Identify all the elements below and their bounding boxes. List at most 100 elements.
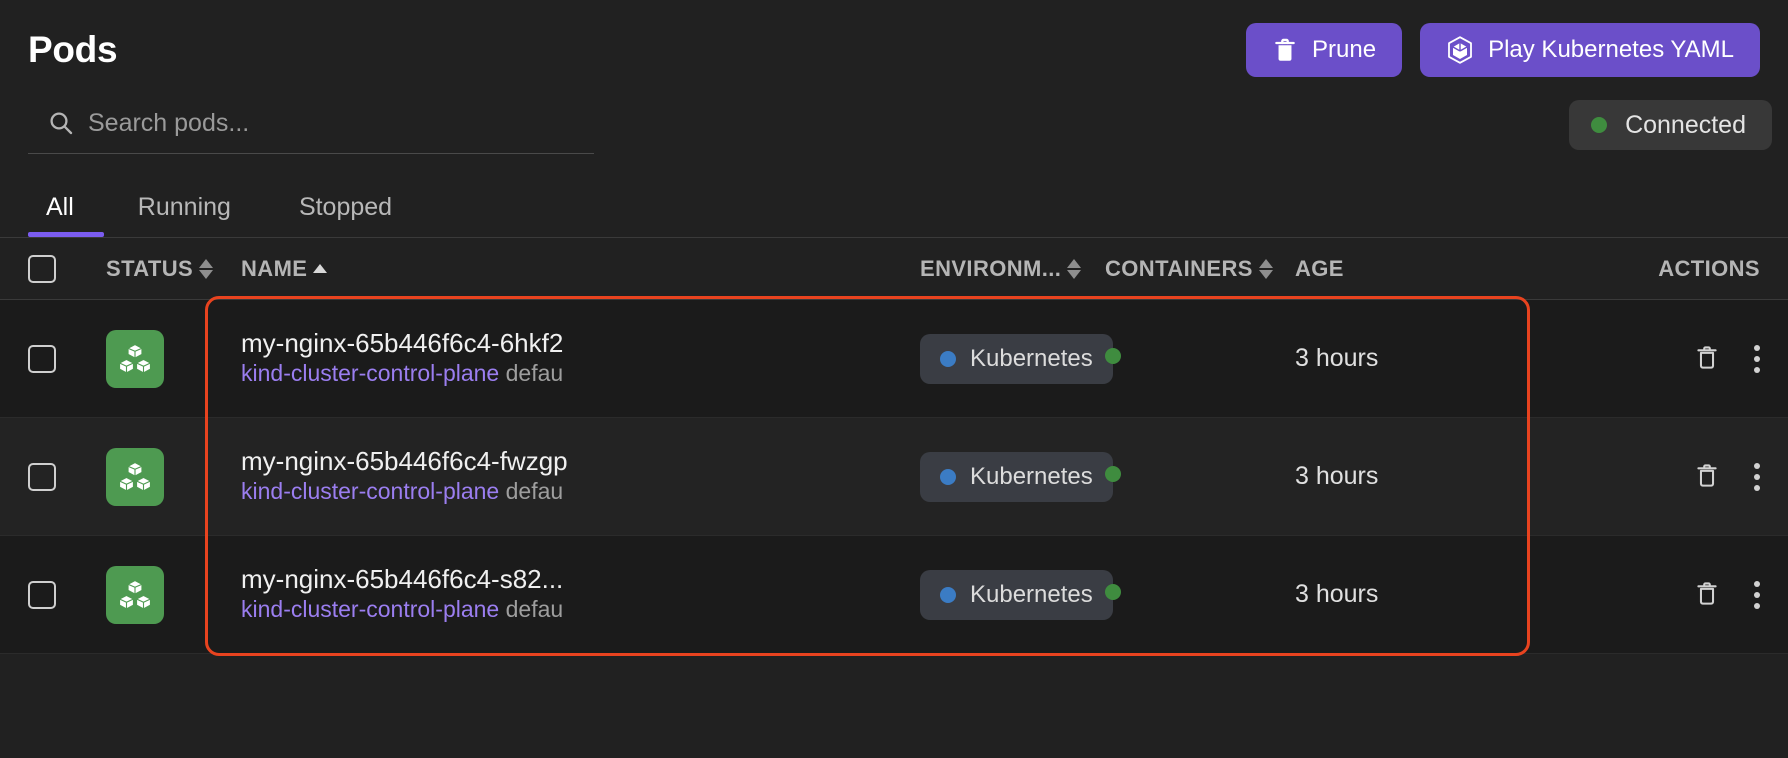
delete-pod-button[interactable] [1694, 579, 1720, 610]
sort-asc-icon [313, 264, 328, 273]
kebab-menu-icon[interactable] [1754, 344, 1760, 373]
pods-table: STATUS NAME ENVIRONM... CONTAINERS AGE A… [0, 238, 1788, 656]
column-header-environment-label: ENVIRONM... [920, 255, 1062, 281]
environment-dot-icon [940, 350, 956, 367]
pods-page: Pods Prune Play Kubernetes YAML Search p… [0, 0, 1788, 758]
pod-cluster-link[interactable]: kind-cluster-control-plane [241, 478, 499, 504]
play-kubernetes-yaml-label: Play Kubernetes YAML [1488, 36, 1734, 63]
pod-cubes-icon [106, 565, 164, 624]
environment-badge: Kubernetes [920, 569, 1113, 620]
prune-button-label: Prune [1312, 36, 1377, 63]
connection-status-label: Connected [1625, 110, 1746, 139]
column-header-age[interactable]: AGE [1295, 256, 1545, 282]
row-checkbox[interactable] [28, 462, 56, 491]
prune-button[interactable]: Prune [1246, 23, 1403, 77]
row-environment-cell: Kubernetes [920, 569, 1113, 620]
row-select-cell [28, 580, 106, 609]
environment-label: Kubernetes [970, 344, 1093, 372]
search-input[interactable] [88, 109, 594, 142]
environment-dot-icon [940, 468, 956, 485]
trash-icon [1694, 579, 1720, 610]
page-header: Pods Prune Play Kubernetes YAML [0, 0, 1788, 82]
row-status-cell [106, 329, 241, 388]
row-actions-cell [1545, 343, 1760, 374]
table-row[interactable]: my-nginx-65b446f6c4-6hkf2 kind-cluster-c… [0, 300, 1788, 418]
select-all-checkbox[interactable] [28, 254, 56, 283]
row-actions-cell [1545, 461, 1760, 492]
row-age: 3 hours [1295, 580, 1379, 608]
pod-cubes-icon [106, 329, 164, 388]
row-checkbox[interactable] [28, 344, 56, 373]
row-checkbox[interactable] [28, 580, 56, 609]
status-dot-icon [1591, 117, 1608, 133]
environment-dot-icon [940, 586, 956, 603]
tab-all[interactable]: All [28, 179, 104, 237]
pod-namespace: kind-cluster-control-plane defau [241, 358, 920, 389]
column-header-status-label: STATUS [106, 255, 194, 281]
row-age: 3 hours [1295, 344, 1379, 372]
column-header-actions: ACTIONS [1545, 256, 1760, 282]
table-body: my-nginx-65b446f6c4-6hkf2 kind-cluster-c… [0, 300, 1788, 654]
pod-cluster-link[interactable]: kind-cluster-control-plane [241, 596, 499, 622]
sort-icon [199, 258, 214, 279]
environment-label: Kubernetes [970, 462, 1093, 490]
container-status-dot-icon [1105, 348, 1121, 364]
container-status-dot-icon [1105, 584, 1121, 600]
column-header-name[interactable]: NAME [241, 256, 920, 282]
tab-running[interactable]: Running [104, 179, 265, 237]
table-row[interactable]: my-nginx-65b446f6c4-s82... kind-cluster-… [0, 536, 1788, 654]
cube-icon [1446, 35, 1474, 65]
search-box[interactable] [28, 98, 594, 154]
row-actions-cell [1545, 579, 1760, 610]
environment-badge: Kubernetes [920, 451, 1113, 502]
pod-cluster-link[interactable]: kind-cluster-control-plane [241, 360, 499, 386]
table-header-row: STATUS NAME ENVIRONM... CONTAINERS AGE A… [0, 238, 1788, 300]
play-kubernetes-yaml-button[interactable]: Play Kubernetes YAML [1420, 23, 1760, 77]
delete-pod-button[interactable] [1694, 343, 1720, 374]
row-name-cell: my-nginx-65b446f6c4-6hkf2 kind-cluster-c… [241, 328, 920, 390]
column-header-environment[interactable]: ENVIRONM... [920, 256, 1105, 282]
pod-cubes-icon [106, 447, 164, 506]
environment-label: Kubernetes [970, 580, 1093, 608]
column-header-name-label: NAME [241, 255, 308, 281]
pod-namespace-extra: defau [505, 596, 564, 623]
kebab-menu-icon[interactable] [1754, 580, 1760, 609]
sort-icon [1258, 258, 1273, 279]
connection-status-badge: Connected [1569, 100, 1772, 150]
row-status-cell [106, 565, 241, 624]
row-environment-cell: Kubernetes [920, 451, 1113, 502]
trash-icon [1694, 461, 1720, 492]
kebab-menu-icon[interactable] [1754, 462, 1760, 491]
pod-namespace: kind-cluster-control-plane defau [241, 476, 920, 507]
column-header-age-label: AGE [1295, 255, 1344, 281]
column-header-actions-label: ACTIONS [1658, 255, 1760, 281]
row-status-cell [106, 447, 241, 506]
row-age: 3 hours [1295, 462, 1379, 490]
environment-badge: Kubernetes [920, 333, 1113, 384]
tab-stopped[interactable]: Stopped [265, 179, 426, 237]
pod-name[interactable]: my-nginx-65b446f6c4-s82... [241, 564, 920, 595]
search-icon [48, 110, 74, 141]
page-title: Pods [28, 29, 118, 70]
header-actions: Prune Play Kubernetes YAML [1246, 23, 1760, 77]
delete-pod-button[interactable] [1694, 461, 1720, 492]
column-header-containers-label: CONTAINERS [1105, 255, 1253, 281]
row-containers-cell [1105, 348, 1295, 369]
table-row[interactable]: my-nginx-65b446f6c4-fwzgp kind-cluster-c… [0, 418, 1788, 536]
select-all-cell [28, 254, 106, 283]
pod-name[interactable]: my-nginx-65b446f6c4-fwzgp [241, 446, 920, 477]
trash-icon [1272, 36, 1298, 64]
row-environment-cell: Kubernetes [920, 333, 1113, 384]
filter-tabs: All Running Stopped [0, 178, 1788, 238]
container-status-dot-icon [1105, 466, 1121, 482]
row-name-cell: my-nginx-65b446f6c4-fwzgp kind-cluster-c… [241, 446, 920, 508]
trash-icon [1694, 343, 1720, 374]
column-header-status[interactable]: STATUS [106, 256, 241, 282]
pod-namespace-extra: defau [505, 478, 564, 505]
pod-name[interactable]: my-nginx-65b446f6c4-6hkf2 [241, 328, 920, 359]
column-header-containers[interactable]: CONTAINERS [1105, 256, 1295, 282]
sort-icon [1067, 258, 1082, 279]
row-containers-cell [1105, 466, 1295, 487]
pod-namespace: kind-cluster-control-plane defau [241, 594, 920, 625]
pod-namespace-extra: defau [505, 360, 564, 387]
